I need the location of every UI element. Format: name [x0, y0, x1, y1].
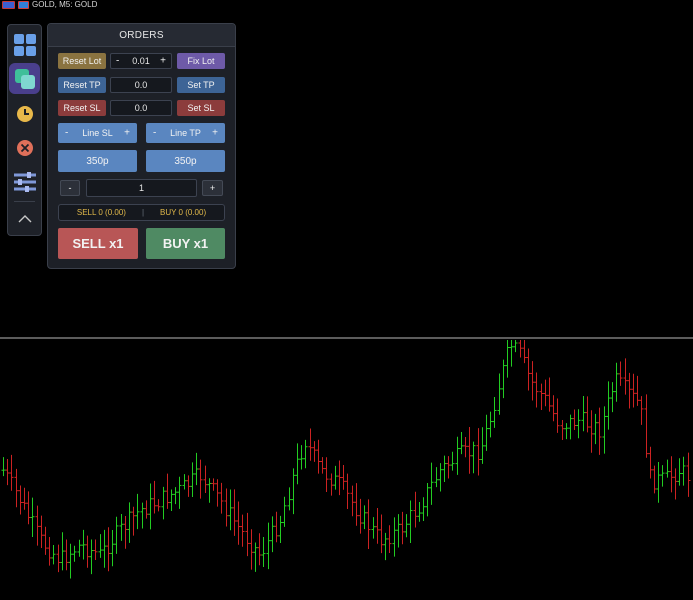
side-button-settings[interactable] [9, 166, 40, 197]
sl-points-button[interactable]: 350p [58, 150, 137, 172]
buy-positions-info: BUY 0 (0.00) [160, 208, 207, 217]
line-sl-minus-button[interactable]: - [65, 128, 68, 139]
orders-panel: ORDERS Reset Lot - 0.01 + Fix Lot Reset … [47, 23, 236, 269]
qty-input[interactable]: 1 [86, 179, 197, 197]
qty-plus-button[interactable]: + [202, 180, 223, 196]
layers-icon [14, 68, 35, 89]
line-tp-minus-button[interactable]: - [153, 128, 156, 139]
side-button-history[interactable] [9, 98, 40, 129]
set-tp-button[interactable]: Set TP [177, 77, 225, 93]
panel-title: ORDERS [48, 24, 235, 47]
clock-icon [16, 105, 33, 122]
buy-button[interactable]: BUY x1 [146, 228, 225, 259]
line-tp-plus-button[interactable]: + [212, 128, 218, 139]
reset-sl-button[interactable]: Reset SL [58, 100, 106, 116]
sliders-icon [13, 171, 36, 192]
close-circle-icon [16, 139, 33, 156]
chevron-up-icon [18, 214, 31, 222]
fix-lot-button[interactable]: Fix Lot [177, 53, 225, 69]
side-button-grid[interactable] [9, 29, 40, 60]
sl-input[interactable]: 0.0 [110, 100, 172, 116]
side-divider [14, 201, 35, 202]
lot-value: 0.01 [132, 56, 150, 66]
grid-icon [13, 33, 36, 56]
reset-lot-button[interactable]: Reset Lot [58, 53, 106, 69]
tp-points-button[interactable]: 350p [146, 150, 225, 172]
side-button-collapse[interactable] [9, 203, 40, 234]
sell-positions-info: SELL 0 (0.00) [76, 208, 126, 217]
tp-input[interactable]: 0.0 [110, 77, 172, 93]
reset-tp-button[interactable]: Reset TP [58, 77, 106, 93]
set-sl-button[interactable]: Set SL [177, 100, 225, 116]
side-button-orders[interactable] [9, 63, 40, 94]
ohlc-bars [1, 340, 691, 579]
qty-minus-button[interactable]: - [60, 180, 80, 196]
line-sl-plus-button[interactable]: + [124, 128, 130, 139]
side-toolbar [7, 24, 42, 236]
summary-divider: | [141, 208, 145, 217]
side-button-close-all[interactable] [9, 132, 40, 163]
line-tp-label: Line TP [170, 128, 201, 138]
lot-minus-button[interactable]: - [116, 56, 119, 67]
line-sl-label: Line SL [82, 128, 113, 138]
positions-summary: SELL 0 (0.00) | BUY 0 (0.00) [58, 204, 225, 221]
chart-titlebar: GOLD, M5: GOLD [2, 0, 97, 10]
timeframe-icon[interactable] [18, 1, 29, 9]
chart-title: GOLD, M5: GOLD [32, 0, 98, 9]
line-sl-control[interactable]: - Line SL + [58, 123, 137, 143]
chart-type-icon[interactable] [2, 1, 15, 9]
line-tp-control[interactable]: - Line TP + [146, 123, 225, 143]
lot-stepper[interactable]: - 0.01 + [110, 53, 172, 69]
sell-button[interactable]: SELL x1 [58, 228, 138, 259]
lot-plus-button[interactable]: + [160, 56, 166, 67]
